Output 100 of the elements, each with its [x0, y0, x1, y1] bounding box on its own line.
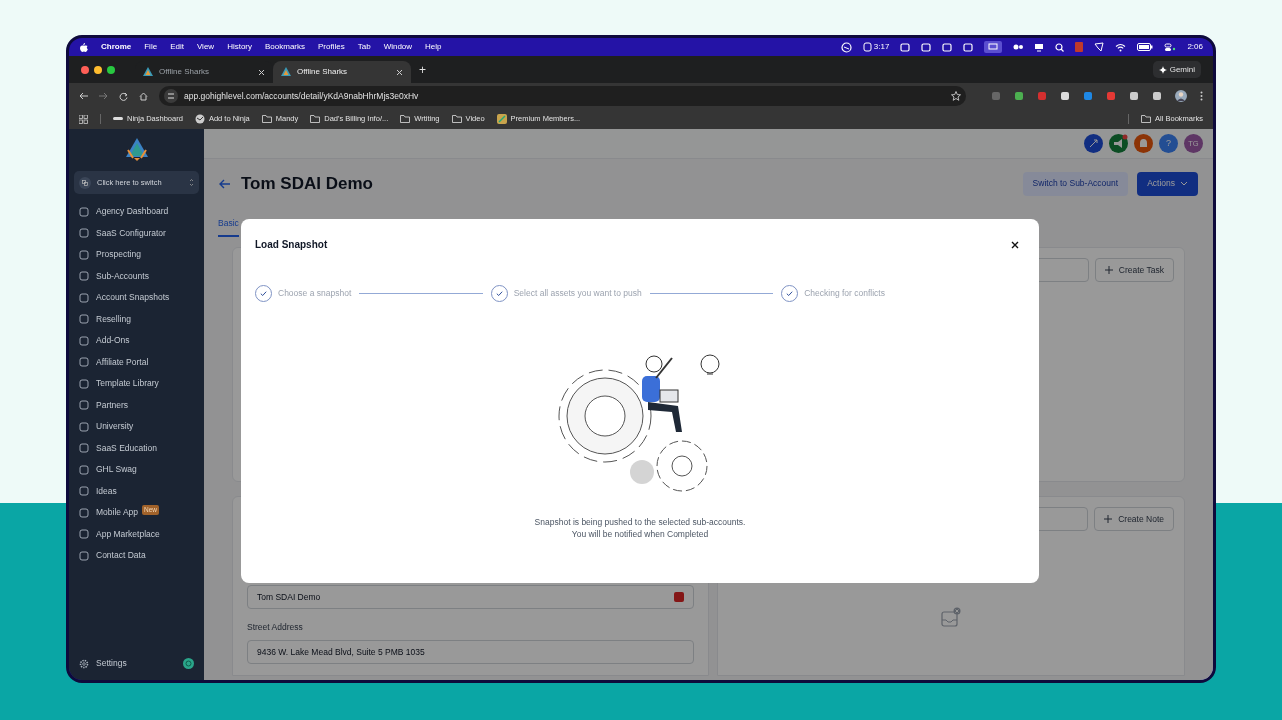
gemini-button[interactable]: Gemini: [1152, 61, 1201, 78]
menu-item[interactable]: View: [196, 41, 215, 53]
megaphone-icon[interactable]: [1109, 134, 1128, 153]
apple-icon[interactable]: [79, 42, 88, 52]
sidebar-item[interactable]: App Marketplace: [79, 526, 194, 542]
square-icon: [79, 228, 89, 238]
home-icon[interactable]: [139, 91, 148, 101]
item-label: App Marketplace: [96, 527, 160, 541]
sidebar-item[interactable]: Contact Data: [79, 548, 194, 563]
forward-icon[interactable]: [99, 92, 108, 100]
tab-title: Offline Sharks: [159, 66, 211, 78]
menu-item[interactable]: Profiles: [318, 41, 345, 53]
profile-avatar-icon[interactable]: [1175, 90, 1187, 102]
sidebar-item[interactable]: Prospecting: [79, 247, 194, 262]
menu-item[interactable]: Edit: [170, 41, 184, 53]
screen-share-icon[interactable]: [984, 41, 1003, 53]
item-label: GHL Swag: [96, 463, 137, 476]
item-label: Account Snapshots: [96, 291, 170, 304]
status-icon[interactable]: [900, 42, 911, 52]
item-label: SaaS Configurator: [96, 226, 166, 240]
sidebar-item[interactable]: Agency Dashboard: [79, 204, 194, 219]
sidebar-item[interactable]: Account Snapshots: [79, 290, 194, 305]
square-icon: [79, 357, 89, 367]
launch-icon[interactable]: [1084, 134, 1103, 153]
timer-text: 3:17: [873, 41, 890, 53]
clock-text: 2:06: [1187, 41, 1203, 53]
tab-title: Offline Sharks: [297, 66, 349, 78]
sidebar-item[interactable]: GHL Swag: [79, 462, 194, 477]
menu-item[interactable]: Help: [425, 41, 442, 53]
close-icon[interactable]: [1011, 240, 1019, 249]
more-icon[interactable]: [1200, 91, 1203, 101]
triangle-logo-icon: [281, 67, 291, 77]
status-icon[interactable]: [942, 42, 953, 52]
item-label: Prospecting: [96, 248, 141, 261]
sidebar-item[interactable]: Template Library: [79, 376, 194, 391]
sidebar-item[interactable]: SaaS Education: [79, 440, 194, 456]
menu-item[interactable]: Tab: [357, 41, 371, 53]
chevron-updown-icon: [189, 178, 194, 187]
field-label: Street Address: [247, 621, 304, 634]
input-field[interactable]: Tom SDAI Demo: [247, 585, 694, 610]
step-label: Choose a snapshot: [278, 287, 352, 300]
folder-icon: [310, 114, 321, 124]
actions-button[interactable]: Actions: [1137, 171, 1198, 196]
switch-button[interactable]: Switch to Sub-Account: [1022, 171, 1129, 196]
globe-icon[interactable]: [840, 41, 852, 53]
reload-icon[interactable]: [119, 91, 128, 101]
menu-item[interactable]: History: [227, 41, 252, 53]
settings-icon: [79, 658, 89, 669]
battery-icon[interactable]: [1137, 43, 1154, 51]
extension-icon[interactable]: [1014, 91, 1024, 101]
new-tab-button[interactable]: +: [419, 60, 426, 79]
menu-item[interactable]: Chrome: [101, 41, 132, 53]
extension-icon[interactable]: [1106, 91, 1116, 101]
sidebar-item[interactable]: Reselling: [79, 311, 194, 327]
dots-icon[interactable]: [1013, 44, 1024, 50]
extension-icon[interactable]: [1083, 91, 1093, 101]
bell-icon[interactable]: [1134, 134, 1153, 153]
sidebar-item[interactable]: Add-Ons: [79, 333, 194, 348]
square-icon: [79, 464, 89, 475]
square-icon: [79, 292, 89, 303]
control-center-icon[interactable]: [1164, 42, 1177, 52]
back-arrow-icon[interactable]: [219, 178, 231, 189]
status-icon[interactable]: [1094, 42, 1105, 52]
sidebar-item[interactable]: Ideas: [79, 483, 194, 499]
status-icon[interactable]: [921, 42, 932, 52]
address-bar[interactable]: app.gohighlevel.com/accounts/detail/yKdA9nabHhrMjs3e0xHv: [159, 86, 966, 106]
sidebar-item[interactable]: SaaS Configurator: [79, 225, 194, 241]
chat-widget-icon[interactable]: [183, 658, 194, 670]
create-task-button[interactable]: Create Task: [1094, 258, 1174, 283]
item-label: Add-Ons: [96, 334, 130, 347]
item-label: Sub-Accounts: [96, 269, 149, 283]
wifi-icon[interactable]: [1115, 42, 1127, 52]
square-icon: [79, 249, 89, 260]
square-icon: [79, 507, 89, 518]
menu-item[interactable]: Window: [383, 41, 413, 53]
input-field[interactable]: 9436 W. Lake Mead Blvd, Suite 5 PMB 1035: [247, 640, 694, 664]
square-icon: [79, 443, 89, 453]
menu-item[interactable]: Bookmarks: [265, 41, 306, 53]
settings-item[interactable]: Settings: [79, 657, 127, 670]
url-text: app.gohighlevel.com/accounts/detail/yKdA9nabHhrMjs3e0xHv: [184, 89, 420, 103]
empty-inbox-icon: [940, 607, 961, 628]
star-icon[interactable]: [951, 91, 961, 101]
sidebar-item[interactable]: University: [79, 419, 194, 434]
create-note-button[interactable]: Create Note: [1094, 507, 1174, 532]
site-settings-icon[interactable]: [164, 89, 178, 103]
search-icon[interactable]: [1055, 42, 1065, 52]
browser-tab[interactable]: Offline Sharks: [273, 61, 411, 83]
sidebar-item[interactable]: Partners: [79, 397, 194, 413]
status-message: Snapshot is being pushed to the selected sub-accounts. You will be notified when Completed: [534, 516, 746, 540]
menu-item[interactable]: File: [144, 41, 158, 53]
apps-icon[interactable]: [79, 114, 88, 124]
status-icon[interactable]: [963, 42, 974, 52]
back-icon[interactable]: [79, 92, 88, 100]
display-icon[interactable]: [1034, 42, 1045, 52]
timer-icon: [862, 42, 872, 52]
sidebar-item[interactable]: Sub-Accounts: [79, 268, 194, 284]
square-icon: [79, 550, 89, 561]
sidebar-item[interactable]: Affiliate Portal: [79, 354, 194, 370]
folder-icon: [261, 114, 272, 124]
modal-title: Load Snapshot: [255, 238, 328, 252]
